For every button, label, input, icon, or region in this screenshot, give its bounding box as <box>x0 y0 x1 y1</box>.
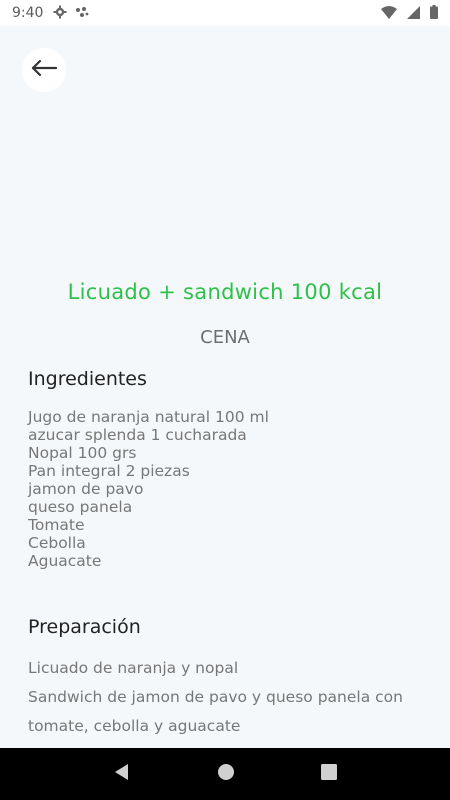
nav-back-icon[interactable] <box>113 763 131 785</box>
ingredient-item: jamon de pavo <box>28 480 144 498</box>
ingredients-list: Jugo de naranja natural 100 ml azucar sp… <box>28 408 428 570</box>
signal-icon <box>407 4 420 23</box>
back-button[interactable] <box>22 48 66 92</box>
ingredient-item: Pan integral 2 piezas <box>28 462 190 480</box>
wifi-icon <box>381 4 397 23</box>
status-time: 9:40 <box>12 5 44 21</box>
assistant-icon <box>75 4 89 23</box>
meal-category: CENA <box>200 327 250 348</box>
preparation-step: Sandwich de jamon de pavo y queso panela… <box>28 688 403 735</box>
preparation-step: Licuado de naranja y nopal <box>28 659 239 677</box>
nav-recents-icon[interactable] <box>321 764 337 784</box>
ingredient-item: queso panela <box>28 498 133 516</box>
nav-home-icon[interactable] <box>217 763 235 785</box>
ingredient-item: Tomate <box>28 516 85 534</box>
ingredient-item: Jugo de naranja natural 100 ml <box>28 408 269 426</box>
ingredient-item: Nopal 100 grs <box>28 444 137 462</box>
status-bar: 9:40 <box>0 0 450 26</box>
preparation-heading: Preparación <box>28 616 141 638</box>
gear-icon <box>53 4 67 23</box>
ingredients-heading: Ingredientes <box>28 368 147 390</box>
preparation-steps: Licuado de naranja y nopal Sandwich de j… <box>28 654 438 741</box>
recipe-title: Licuado + sandwich 100 kcal <box>67 280 383 304</box>
ingredient-item: Cebolla <box>28 534 86 552</box>
navigation-bar <box>0 748 450 800</box>
battery-icon <box>430 4 438 23</box>
back-arrow-icon <box>31 59 58 80</box>
ingredient-item: Aguacate <box>28 552 102 570</box>
ingredient-item: azucar splenda 1 cucharada <box>28 426 247 444</box>
